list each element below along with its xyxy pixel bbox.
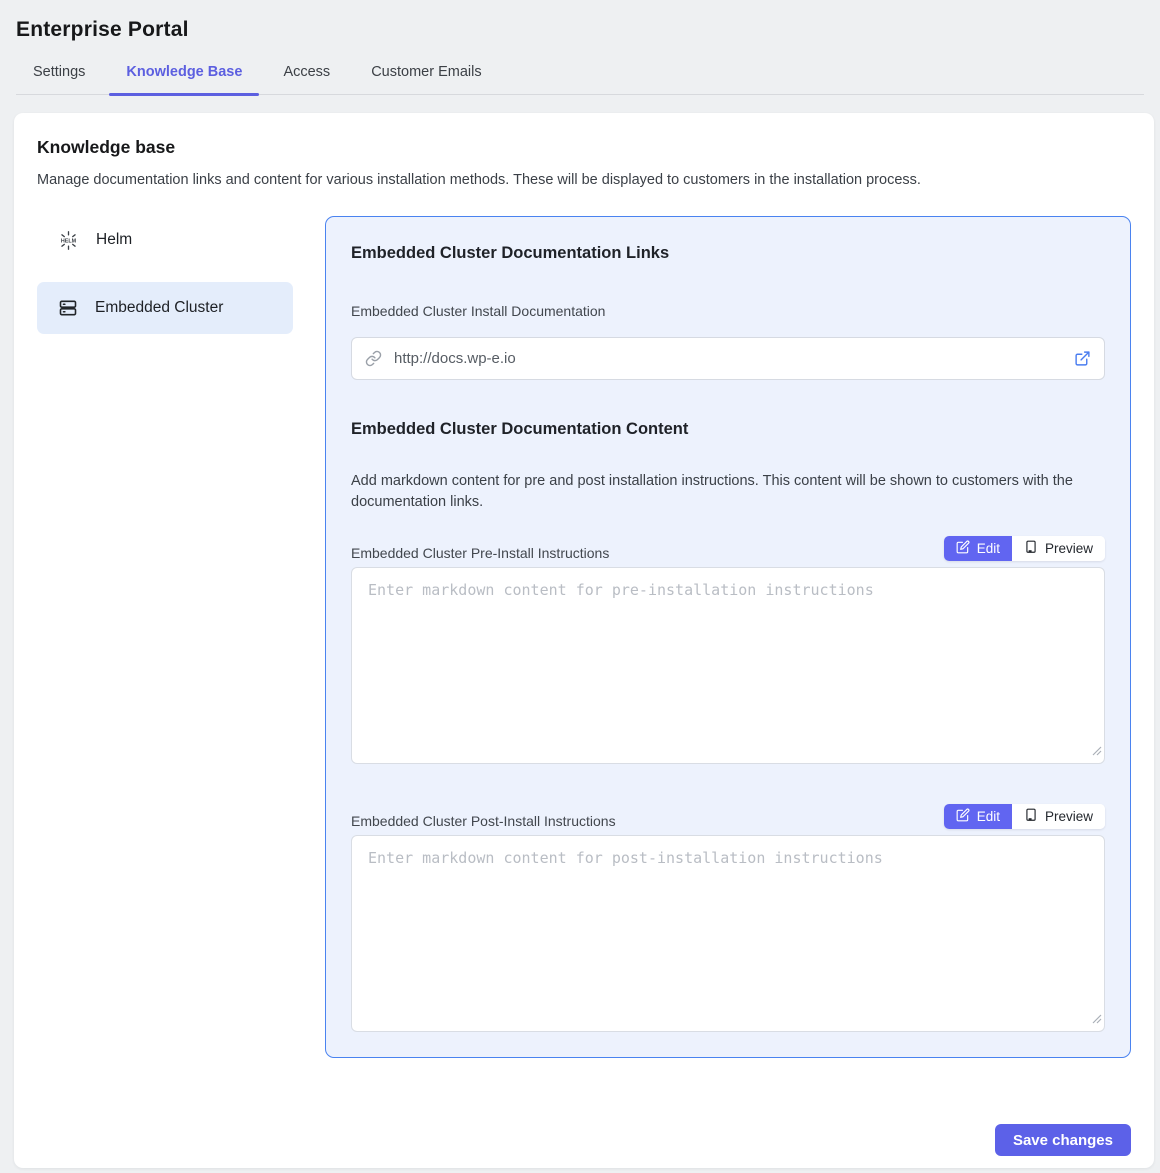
- post-install-textarea-wrap: [351, 835, 1105, 1032]
- preview-icon: [1024, 540, 1038, 557]
- pre-install-label: Embedded Cluster Pre-Install Instruction…: [351, 545, 609, 561]
- link-icon: [365, 350, 382, 372]
- embedded-cluster-panel: Embedded Cluster Documentation Links Emb…: [325, 216, 1131, 1058]
- links-section-title: Embedded Cluster Documentation Links: [351, 244, 1105, 263]
- post-install-mode-toggle: Edit Preview: [944, 804, 1105, 829]
- post-install-textarea[interactable]: [351, 835, 1105, 1032]
- pre-install-textarea[interactable]: [351, 567, 1105, 764]
- edit-button-label: Edit: [977, 809, 1000, 824]
- save-changes-button[interactable]: Save changes: [995, 1124, 1131, 1156]
- preview-button[interactable]: Preview: [1012, 804, 1105, 829]
- card-title: Knowledge base: [37, 137, 1131, 158]
- knowledge-base-card: Knowledge base Manage documentation link…: [14, 113, 1154, 1168]
- post-install-label: Embedded Cluster Post-Install Instructio…: [351, 813, 616, 829]
- sidebar-item-helm[interactable]: HELM Helm: [37, 216, 293, 264]
- install-doc-field: [351, 337, 1105, 380]
- card-body: HELM Helm Embedded Cluster Embedd: [37, 216, 1131, 1058]
- tab-settings[interactable]: Settings: [16, 64, 102, 94]
- pre-install-field-header: Embedded Cluster Pre-Install Instruction…: [351, 536, 1105, 561]
- card-footer: Save changes: [37, 1124, 1131, 1156]
- edit-button[interactable]: Edit: [944, 804, 1012, 829]
- edit-icon: [956, 808, 970, 825]
- card-description: Manage documentation links and content f…: [37, 172, 1131, 188]
- edit-button[interactable]: Edit: [944, 536, 1012, 561]
- sidebar-item-embedded-cluster[interactable]: Embedded Cluster: [37, 282, 293, 334]
- tab-access[interactable]: Access: [266, 64, 347, 94]
- install-method-sidebar: HELM Helm Embedded Cluster: [37, 216, 293, 1058]
- pre-install-textarea-wrap: [351, 567, 1105, 764]
- install-doc-input[interactable]: [351, 337, 1105, 380]
- pre-install-mode-toggle: Edit Preview: [944, 536, 1105, 561]
- preview-button[interactable]: Preview: [1012, 536, 1105, 561]
- tab-knowledge-base[interactable]: Knowledge Base: [109, 64, 259, 94]
- preview-button-label: Preview: [1045, 541, 1093, 556]
- header: Enterprise Portal Settings Knowledge Bas…: [0, 0, 1160, 95]
- tab-bar: Settings Knowledge Base Access Customer …: [16, 64, 1144, 95]
- install-doc-label: Embedded Cluster Install Documentation: [351, 303, 1105, 319]
- edit-button-label: Edit: [977, 541, 1000, 556]
- page-title: Enterprise Portal: [16, 18, 1144, 42]
- post-install-field-header: Embedded Cluster Post-Install Instructio…: [351, 804, 1105, 829]
- preview-button-label: Preview: [1045, 809, 1093, 824]
- tab-customer-emails[interactable]: Customer Emails: [354, 64, 498, 94]
- content-section-title: Embedded Cluster Documentation Content: [351, 420, 1105, 439]
- svg-text:HELM: HELM: [61, 238, 77, 244]
- preview-icon: [1024, 808, 1038, 825]
- sidebar-item-label: Helm: [96, 231, 132, 249]
- content-section-description: Add markdown content for pre and post in…: [351, 471, 1105, 512]
- external-link-icon[interactable]: [1074, 350, 1091, 372]
- edit-icon: [956, 540, 970, 557]
- helm-icon: HELM: [58, 230, 79, 251]
- server-icon: [58, 298, 78, 318]
- sidebar-item-label: Embedded Cluster: [95, 299, 223, 317]
